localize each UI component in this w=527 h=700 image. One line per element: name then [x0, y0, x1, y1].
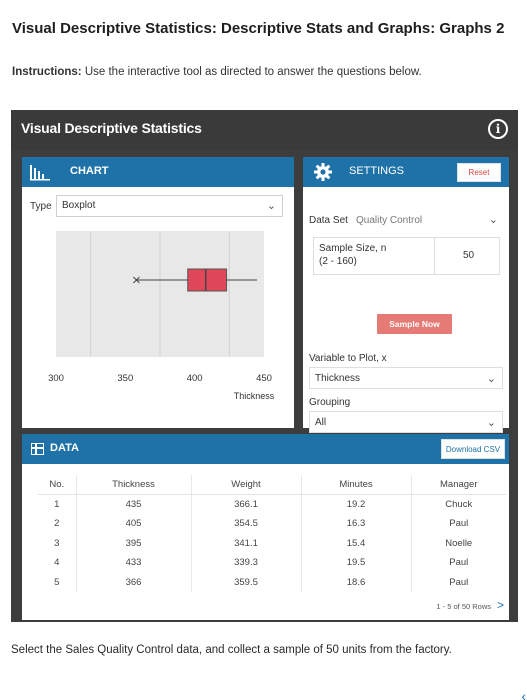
- chart-header: CHART: [22, 157, 294, 187]
- sample-size-row: Sample Size, n (2 - 160) 50: [313, 237, 500, 275]
- tool-header: Visual Descriptive Statistics i: [11, 110, 518, 150]
- info-icon[interactable]: i: [488, 119, 508, 139]
- sample-size-input[interactable]: 50: [434, 237, 500, 275]
- table-cell: 341.1: [191, 533, 302, 553]
- table-cell: 366: [76, 572, 192, 592]
- table-cell: Paul: [449, 557, 469, 569]
- x-tick-label: 400: [187, 373, 203, 384]
- instructions: Instructions: Use the interactive tool a…: [12, 66, 422, 78]
- table-cell: 5: [38, 572, 77, 592]
- data-header: DATA Download CSV: [22, 434, 509, 464]
- sample-size-label: Sample Size, n: [319, 243, 387, 254]
- grouping-select[interactable]: All ⌄: [309, 411, 503, 433]
- table-cell: 19.5: [301, 553, 412, 573]
- column-header[interactable]: Thickness: [76, 475, 192, 495]
- type-label: Type: [30, 201, 52, 212]
- chevron-left-icon[interactable]: ‹: [521, 688, 526, 700]
- settings-header: SETTINGS Reset: [303, 157, 509, 187]
- variable-value: Thickness: [315, 373, 361, 384]
- task-text: Select the Sales Quality Control data, a…: [11, 644, 452, 656]
- next-page-button[interactable]: >: [497, 598, 504, 612]
- chart-type-select[interactable]: Boxplot ⌄: [56, 195, 283, 217]
- table-row: 4 433 339.3 19.5 Paul: [38, 553, 506, 573]
- table-row: 3 395 341.1 15.4 Noelle: [38, 533, 506, 553]
- table-cell: 366.1: [191, 494, 302, 514]
- grouping-label: Grouping: [309, 397, 351, 408]
- table-cell: 18.6: [301, 572, 412, 592]
- table-cell: 3: [38, 533, 77, 553]
- reset-button[interactable]: Reset: [457, 163, 501, 182]
- data-table: No. Thickness Weight Minutes Manager 1 43…: [38, 475, 506, 592]
- table-cell: Chuck: [445, 499, 473, 510]
- variable-select[interactable]: Thickness ⌄: [309, 367, 503, 389]
- sample-now-button[interactable]: Sample Now: [377, 314, 452, 334]
- pager-text: 1 - 5 of 50 Rows: [436, 602, 491, 611]
- table-cell: 4: [38, 553, 77, 573]
- dataset-label: Data Set: [309, 215, 348, 226]
- chevron-down-icon: ⌄: [486, 373, 496, 385]
- column-header[interactable]: No.: [38, 475, 77, 495]
- x-tick-label: 300: [48, 373, 64, 384]
- gear-icon: [314, 163, 332, 181]
- table-cell: Paul: [449, 518, 469, 530]
- settings-panel: SETTINGS Reset Data Set Quality Control …: [303, 157, 509, 433]
- sample-size-value: 50: [463, 250, 475, 261]
- table-cell: 339.3: [191, 553, 302, 573]
- grouping-value: All: [315, 417, 327, 428]
- x-tick-label: 350: [117, 373, 133, 384]
- page-title: Visual Descriptive Statistics: Descripti…: [12, 20, 505, 37]
- x-axis-label: Thickness: [234, 391, 275, 401]
- table-cell: 359.5: [191, 572, 302, 592]
- table-row: 2 405 354.5 16.3 Paul: [38, 514, 506, 534]
- bar-chart-icon: [30, 165, 50, 181]
- boxplot: 300 350 400 450 Thickness: [48, 231, 275, 401]
- x-tick-label: 450: [256, 373, 272, 384]
- table-cell: 19.2: [301, 494, 412, 514]
- table-cell: 16.3: [301, 514, 412, 534]
- download-csv-button[interactable]: Download CSV: [441, 439, 505, 459]
- instructions-text: Use the interactive tool as directed to …: [81, 66, 422, 78]
- table-cell: 435: [76, 494, 192, 514]
- table-icon: [31, 443, 44, 455]
- data-title: DATA: [50, 442, 79, 454]
- table-cell: 1: [38, 494, 77, 514]
- table-cell: 395: [76, 533, 192, 553]
- chevron-down-icon: ⌄: [266, 200, 276, 212]
- column-header[interactable]: Weight: [191, 475, 302, 495]
- table-cell: 2: [38, 514, 77, 534]
- instructions-label: Instructions:: [12, 66, 82, 78]
- tool-title: Visual Descriptive Statistics: [21, 120, 202, 136]
- table-row: 5 366 359.5 18.6 Paul: [38, 572, 506, 592]
- table-cell: 15.4: [301, 533, 412, 553]
- table-cell: 405: [76, 514, 192, 534]
- chevron-down-icon: ⌄: [488, 214, 498, 226]
- column-header[interactable]: Minutes: [301, 475, 412, 495]
- table-cell: Paul: [449, 576, 469, 588]
- data-panel: DATA Download CSV No. Thickness Weight M…: [22, 434, 509, 620]
- dataset-select[interactable]: Quality Control ⌄: [356, 209, 504, 231]
- variable-label: Variable to Plot, x: [309, 353, 387, 364]
- stats-tool: Visual Descriptive Statistics i CHART Ty…: [11, 110, 518, 622]
- settings-title: SETTINGS: [349, 165, 405, 177]
- table-cell: 433: [76, 553, 192, 573]
- table-header-row: No. Thickness Weight Minutes Manager: [38, 475, 506, 495]
- table-cell: 354.5: [191, 514, 302, 534]
- dataset-value: Quality Control: [356, 215, 423, 226]
- chevron-down-icon: ⌄: [486, 417, 496, 429]
- sample-size-range: (2 - 160): [319, 256, 357, 267]
- box-iqr: [187, 268, 228, 292]
- table-row: 1 435 366.1 19.2 Chuck: [38, 494, 506, 514]
- chart-type-value: Boxplot: [62, 200, 96, 211]
- table-cell: Noelle: [445, 537, 473, 549]
- chart-panel: CHART Type Boxplot ⌄ 300 350 400 450 Thickn…: [22, 157, 294, 428]
- chart-title: CHART: [70, 165, 109, 177]
- column-header[interactable]: Manager: [411, 475, 506, 495]
